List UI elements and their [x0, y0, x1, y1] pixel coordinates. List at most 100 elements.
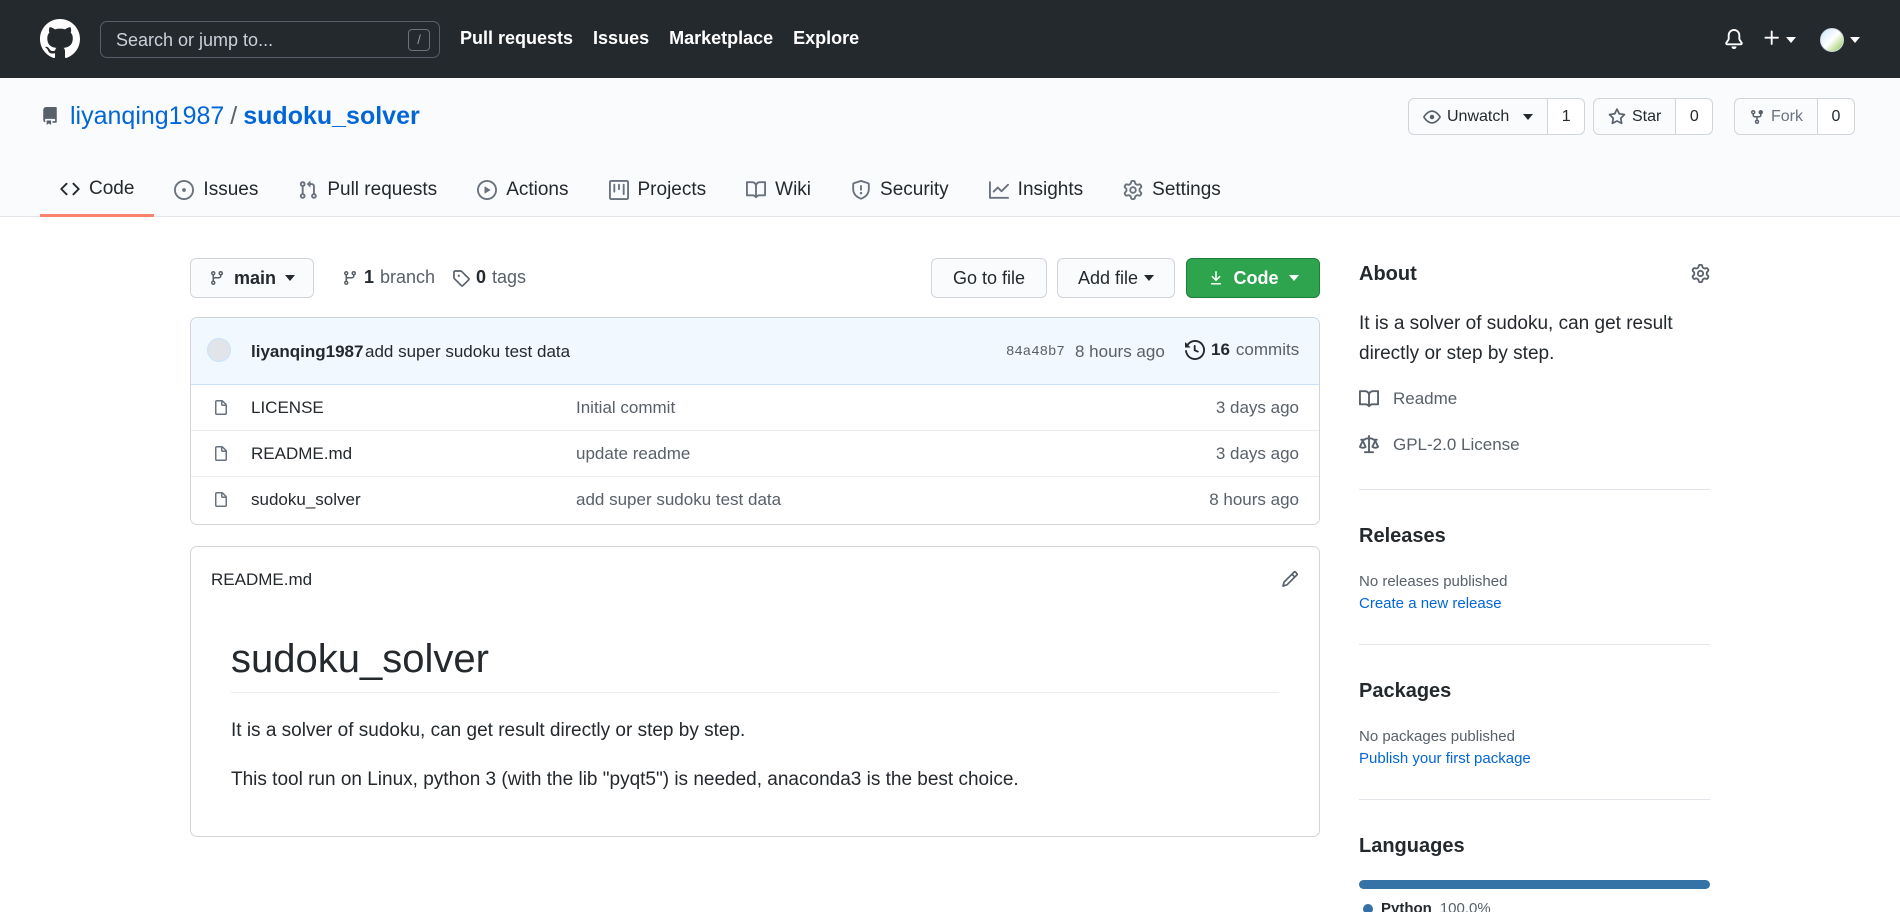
latest-commit: liyanqing1987 add super sudoku test data…	[191, 318, 1319, 385]
commit-author[interactable]: liyanqing1987	[251, 342, 363, 362]
tab-label: Projects	[637, 178, 707, 200]
file-commit-message[interactable]: update readme	[576, 444, 690, 464]
language-item[interactable]: Python 100.0%	[1363, 900, 1491, 912]
avatar[interactable]	[207, 338, 231, 362]
go-to-file-button[interactable]: Go to file	[931, 258, 1048, 298]
star-button[interactable]: Star	[1593, 98, 1677, 135]
search-input[interactable]: Search or jump to... /	[100, 21, 440, 58]
readme-link[interactable]: Readme	[1359, 389, 1457, 409]
tab-label: Actions	[506, 178, 569, 200]
file-time: 3 days ago	[1215, 444, 1299, 463]
file-name-link[interactable]: README.md	[251, 444, 352, 464]
star-label: Star	[1632, 107, 1662, 125]
nav-issues[interactable]: Issues	[593, 28, 649, 49]
fork-icon	[1749, 108, 1765, 126]
fork-count[interactable]: 0	[1818, 98, 1855, 135]
tab-label: Pull requests	[327, 178, 438, 200]
gear-icon[interactable]	[1691, 264, 1710, 283]
about-description: It is a solver of sudoku, can get result…	[1359, 313, 1673, 364]
github-logo-icon[interactable]	[40, 19, 80, 59]
book-icon	[746, 180, 767, 200]
nav-explore[interactable]: Explore	[793, 28, 859, 49]
file-list: liyanqing1987 add super sudoku test data…	[190, 317, 1320, 525]
tag-icon	[452, 269, 470, 287]
chevron-down-icon	[1288, 275, 1299, 281]
search-placeholder: Search or jump to...	[116, 30, 274, 50]
graph-icon	[988, 180, 1009, 200]
gear-icon	[1123, 179, 1143, 200]
tab-projects[interactable]: Projects	[589, 164, 727, 215]
chevron-down-icon[interactable]	[1786, 37, 1796, 43]
shield-icon	[851, 179, 871, 200]
commit-message[interactable]: add super sudoku test data	[365, 342, 570, 362]
tag-count-label: tags	[492, 267, 527, 287]
pull-request-icon	[298, 180, 318, 200]
add-file-label: Add file	[1078, 267, 1139, 288]
plus-icon[interactable]	[1762, 28, 1782, 48]
tab-actions[interactable]: Actions	[457, 164, 588, 215]
commit-history-link[interactable]: 16 commits	[1185, 340, 1299, 360]
releases-empty-text: No releases published	[1359, 573, 1508, 590]
tab-insights[interactable]: Insights	[969, 164, 1103, 215]
tab-settings[interactable]: Settings	[1103, 164, 1241, 215]
nav-pull-requests[interactable]: Pull requests	[460, 28, 573, 49]
chevron-down-icon	[285, 275, 296, 281]
watch-count[interactable]: 1	[1548, 98, 1586, 135]
releases-title[interactable]: Releases	[1359, 525, 1446, 548]
star-icon	[1608, 107, 1626, 126]
bell-icon[interactable]	[1724, 28, 1744, 50]
file-row: LICENSE Initial commit 3 days ago	[191, 385, 1319, 431]
unwatch-button[interactable]: Unwatch	[1408, 98, 1549, 135]
packages-empty-text: No packages published	[1359, 728, 1515, 745]
history-icon	[1185, 340, 1205, 360]
readme-panel: README.md sudoku_solver It is a solver o…	[190, 546, 1320, 837]
repo-name-link[interactable]: sudoku_solver	[243, 102, 419, 130]
tags-link[interactable]: 0 tags	[452, 267, 526, 288]
file-commit-message[interactable]: add super sudoku test data	[576, 490, 781, 510]
fork-group: Fork 0	[1734, 98, 1855, 135]
create-release-link[interactable]: Create a new release	[1359, 595, 1502, 612]
packages-title[interactable]: Packages	[1359, 680, 1451, 703]
code-button-label: Code	[1233, 267, 1279, 288]
publish-package-link[interactable]: Publish your first package	[1359, 750, 1531, 767]
chevron-down-icon	[1144, 275, 1155, 281]
file-row: sudoku_solver add super sudoku test data…	[191, 477, 1319, 523]
tab-pull-requests[interactable]: Pull requests	[278, 164, 457, 215]
license-link-label: GPL-2.0 License	[1393, 435, 1520, 454]
nav-marketplace[interactable]: Marketplace	[669, 28, 773, 49]
star-count[interactable]: 0	[1676, 98, 1714, 135]
file-name-link[interactable]: LICENSE	[251, 398, 324, 418]
project-icon	[608, 179, 629, 200]
readme-heading: sudoku_solver	[231, 637, 1279, 693]
branch-count: 1	[364, 267, 375, 287]
license-link[interactable]: GPL-2.0 License	[1359, 435, 1520, 455]
file-icon	[213, 491, 229, 509]
tab-wiki[interactable]: Wiki	[726, 164, 831, 215]
unwatch-label: Unwatch	[1447, 107, 1510, 125]
branch-icon	[342, 269, 358, 287]
branch-select-button[interactable]: main	[190, 258, 315, 298]
readme-link-label: Readme	[1393, 389, 1458, 408]
avatar[interactable]	[1820, 28, 1844, 52]
fork-button[interactable]: Fork	[1734, 98, 1818, 135]
tab-issues[interactable]: Issues	[154, 164, 278, 215]
file-commit-message[interactable]: Initial commit	[576, 398, 675, 418]
branches-link[interactable]: 1 branch	[342, 267, 435, 288]
add-file-button[interactable]: Add file	[1057, 258, 1176, 298]
chevron-down-icon[interactable]	[1850, 37, 1860, 43]
file-icon	[213, 399, 229, 417]
branch-count-label: branch	[380, 267, 436, 287]
tab-code[interactable]: Code	[40, 164, 155, 217]
tab-security[interactable]: Security	[831, 164, 969, 215]
repo-owner-link[interactable]: liyanqing1987	[70, 102, 224, 130]
language-name: Python	[1381, 900, 1432, 912]
code-download-button[interactable]: Code	[1186, 258, 1320, 298]
tab-label: Insights	[1017, 178, 1084, 200]
file-name-link[interactable]: sudoku_solver	[251, 490, 361, 510]
repo-icon	[41, 106, 59, 126]
commit-sha[interactable]: 84a48b7	[1006, 344, 1065, 360]
language-color-dot	[1363, 903, 1373, 912]
tag-count: 0	[476, 267, 487, 287]
code-icon	[60, 179, 80, 199]
pencil-icon[interactable]	[1281, 570, 1299, 588]
